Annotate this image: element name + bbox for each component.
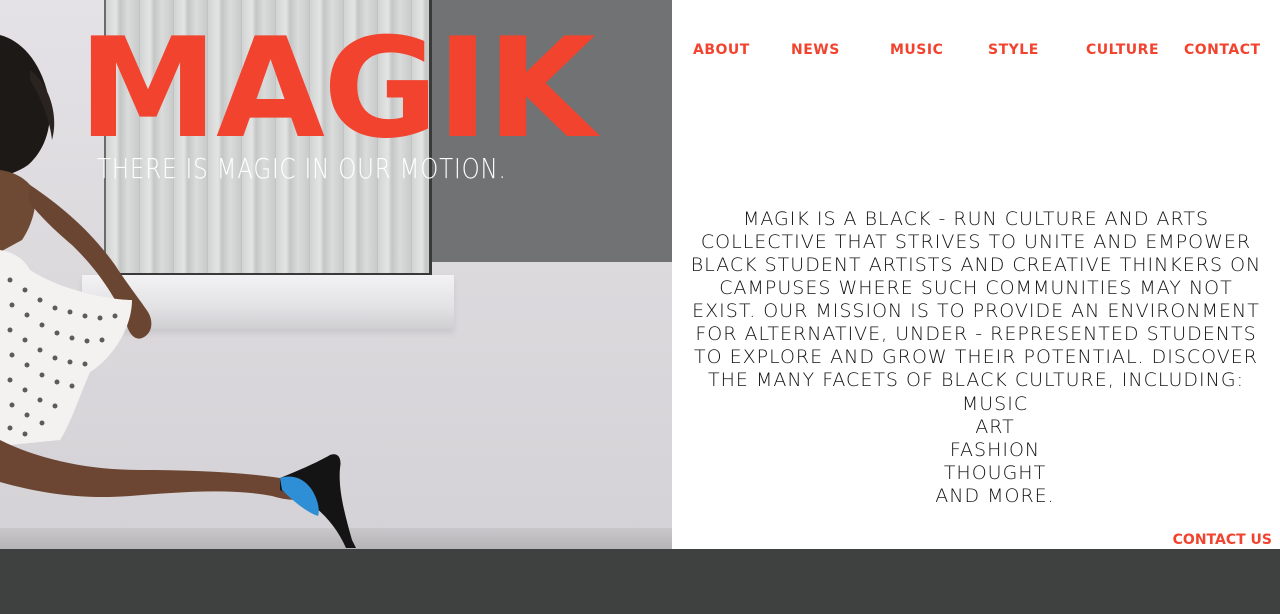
hero-image: MAGIK THERE IS MAGIC IN OUR MOTION. — [0, 0, 672, 549]
nav-item-culture[interactable]: CULTURE — [1086, 42, 1159, 58]
main-nav: ABOUT NEWS MUSIC STYLE CULTURE CONTACT — [672, 42, 1280, 62]
facet-item-music: MUSIC — [961, 393, 1029, 415]
contact-us-link[interactable]: CONTACT US — [1173, 532, 1272, 548]
about-description: MAGIK IS A BLACK - RUN CULTURE AND ARTS … — [690, 208, 1262, 391]
facet-item-fashion: FASHION — [949, 439, 1041, 461]
facet-item-thought: THOUGHT — [943, 462, 1047, 484]
facet-item-and-more: AND MORE. — [935, 485, 1055, 507]
facet-item-art: ART — [975, 416, 1015, 438]
nav-item-style[interactable]: STYLE — [988, 42, 1039, 58]
facets-list: MUSIC ART FASHION THOUGHT AND MORE. — [872, 393, 1118, 508]
tagline: THERE IS MAGIC IN OUR MOTION. — [97, 152, 507, 185]
site-logo[interactable]: MAGIK — [78, 20, 596, 158]
footer-bar — [0, 549, 1280, 614]
page: MAGIK THERE IS MAGIC IN OUR MOTION. ABOU… — [0, 0, 1280, 614]
nav-item-about[interactable]: ABOUT — [693, 42, 750, 58]
content-panel: ABOUT NEWS MUSIC STYLE CULTURE CONTACT M… — [672, 0, 1280, 549]
nav-item-news[interactable]: NEWS — [791, 42, 840, 58]
nav-item-music[interactable]: MUSIC — [890, 42, 943, 58]
nav-item-contact[interactable]: CONTACT — [1184, 42, 1261, 58]
